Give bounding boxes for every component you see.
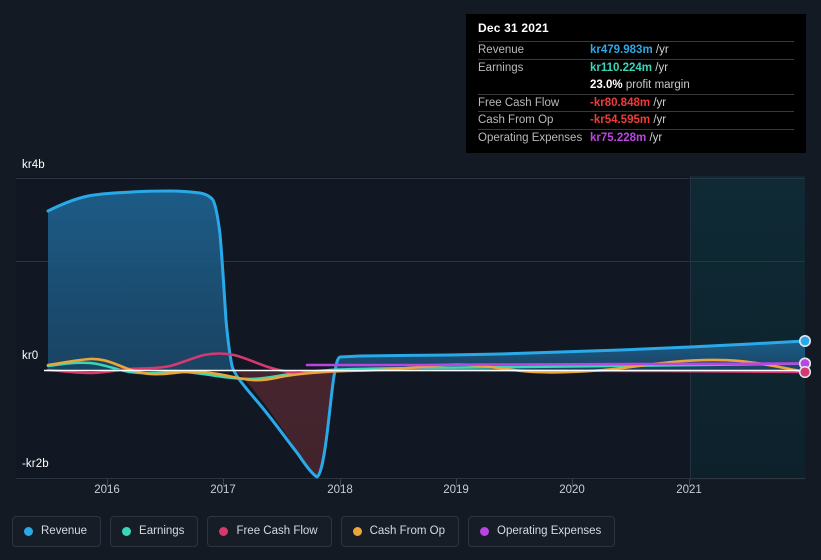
tooltip-row-profit-margin: 23.0% profit margin bbox=[478, 77, 794, 95]
x-axis-label-2016: 2016 bbox=[94, 484, 120, 496]
tooltip-unit-earnings: /yr bbox=[655, 62, 669, 74]
tooltip-row-free-cash-flow: Free Cash Flow -kr80.848m /yr bbox=[478, 93, 794, 112]
tooltip-row-revenue: Revenue kr479.983m /yr bbox=[478, 41, 794, 59]
legend-dot-operating-expenses bbox=[480, 527, 490, 536]
tooltip-unit-operating-expenses: /yr bbox=[649, 132, 663, 144]
legend-dot-cash-from-op bbox=[352, 527, 362, 536]
tooltip-unit-revenue: /yr bbox=[655, 44, 669, 57]
tooltip-label-revenue: Revenue bbox=[478, 41, 590, 59]
legend-label-operating-expenses: Operating Expenses bbox=[497, 525, 602, 537]
tooltip-value-free-cash-flow: -kr80.848m bbox=[590, 96, 651, 109]
tooltip-label-earnings: Earnings bbox=[478, 58, 590, 77]
x-axis-label-2021: 2021 bbox=[676, 484, 702, 496]
tooltip-date: Dec 31 2021 bbox=[478, 21, 549, 35]
legend-label-earnings: Earnings bbox=[139, 525, 185, 537]
legend-item-operating-expenses[interactable]: Operating Expenses bbox=[468, 516, 616, 547]
x-tick-marks bbox=[107, 479, 690, 487]
legend-label-cash-from-op: Cash From Op bbox=[369, 525, 446, 537]
legend-label-revenue: Revenue bbox=[41, 525, 88, 537]
financial-chart-screenshot: kr4b kr0 -kr2b 2016 2017 2018 2019 2020 … bbox=[0, 0, 821, 560]
tooltip-row-cash-from-op: Cash From Op -kr54.595m /yr bbox=[478, 111, 794, 129]
y-axis-label-4b: kr4b bbox=[22, 159, 45, 171]
tooltip-label-cash-from-op: Cash From Op bbox=[478, 111, 590, 129]
tooltip-value-revenue: kr479.983m bbox=[590, 44, 653, 57]
tooltip-unit-profit-margin: profit margin bbox=[625, 79, 690, 91]
chart-legend: Revenue Earnings Free Cash Flow Cash Fro… bbox=[12, 516, 616, 547]
x-axis-label-2018: 2018 bbox=[327, 484, 353, 496]
legend-item-earnings[interactable]: Earnings bbox=[110, 516, 199, 547]
tooltip-unit-free-cash-flow: /yr bbox=[653, 96, 667, 109]
legend-item-free-cash-flow[interactable]: Free Cash Flow bbox=[207, 516, 332, 547]
legend-label-free-cash-flow: Free Cash Flow bbox=[236, 525, 318, 537]
legend-dot-earnings bbox=[122, 527, 132, 536]
legend-item-revenue[interactable]: Revenue bbox=[12, 516, 102, 547]
legend-dot-revenue bbox=[24, 527, 33, 536]
revenue-area-positive bbox=[48, 191, 235, 370]
tooltip-label-profit-margin bbox=[478, 77, 590, 95]
x-axis-label-2020: 2020 bbox=[559, 484, 585, 496]
tooltip-label-free-cash-flow: Free Cash Flow bbox=[478, 93, 590, 112]
tooltip-row-earnings: Earnings kr110.224m /yr bbox=[478, 58, 794, 77]
y-axis-label-0: kr0 bbox=[22, 350, 39, 362]
x-axis-label-2019: 2019 bbox=[443, 484, 469, 496]
legend-dot-free-cash-flow bbox=[219, 527, 229, 536]
tooltip-value-profit-margin: 23.0% bbox=[590, 79, 623, 91]
tooltip-table: Revenue kr479.983m /yr Earnings kr110.22… bbox=[478, 41, 794, 147]
tooltip-row-operating-expenses: Operating Expenses kr75.228m /yr bbox=[478, 128, 794, 147]
legend-item-cash-from-op[interactable]: Cash From Op bbox=[340, 516, 460, 547]
x-axis-label-2017: 2017 bbox=[210, 484, 236, 496]
tooltip-value-earnings: kr110.224m bbox=[590, 62, 653, 74]
forecast-region bbox=[690, 176, 805, 480]
tooltip-unit-cash-from-op: /yr bbox=[653, 114, 667, 127]
y-axis-label-neg2b: -kr2b bbox=[22, 458, 49, 470]
operating-expenses-line bbox=[305, 362, 805, 367]
tooltip-value-cash-from-op: -kr54.595m bbox=[590, 114, 651, 127]
tooltip-value-operating-expenses: kr75.228m bbox=[590, 132, 647, 144]
tooltip-label-operating-expenses: Operating Expenses bbox=[478, 128, 590, 147]
data-point-tooltip: Dec 31 2021 Revenue kr479.983m /yr Earni… bbox=[466, 14, 806, 153]
